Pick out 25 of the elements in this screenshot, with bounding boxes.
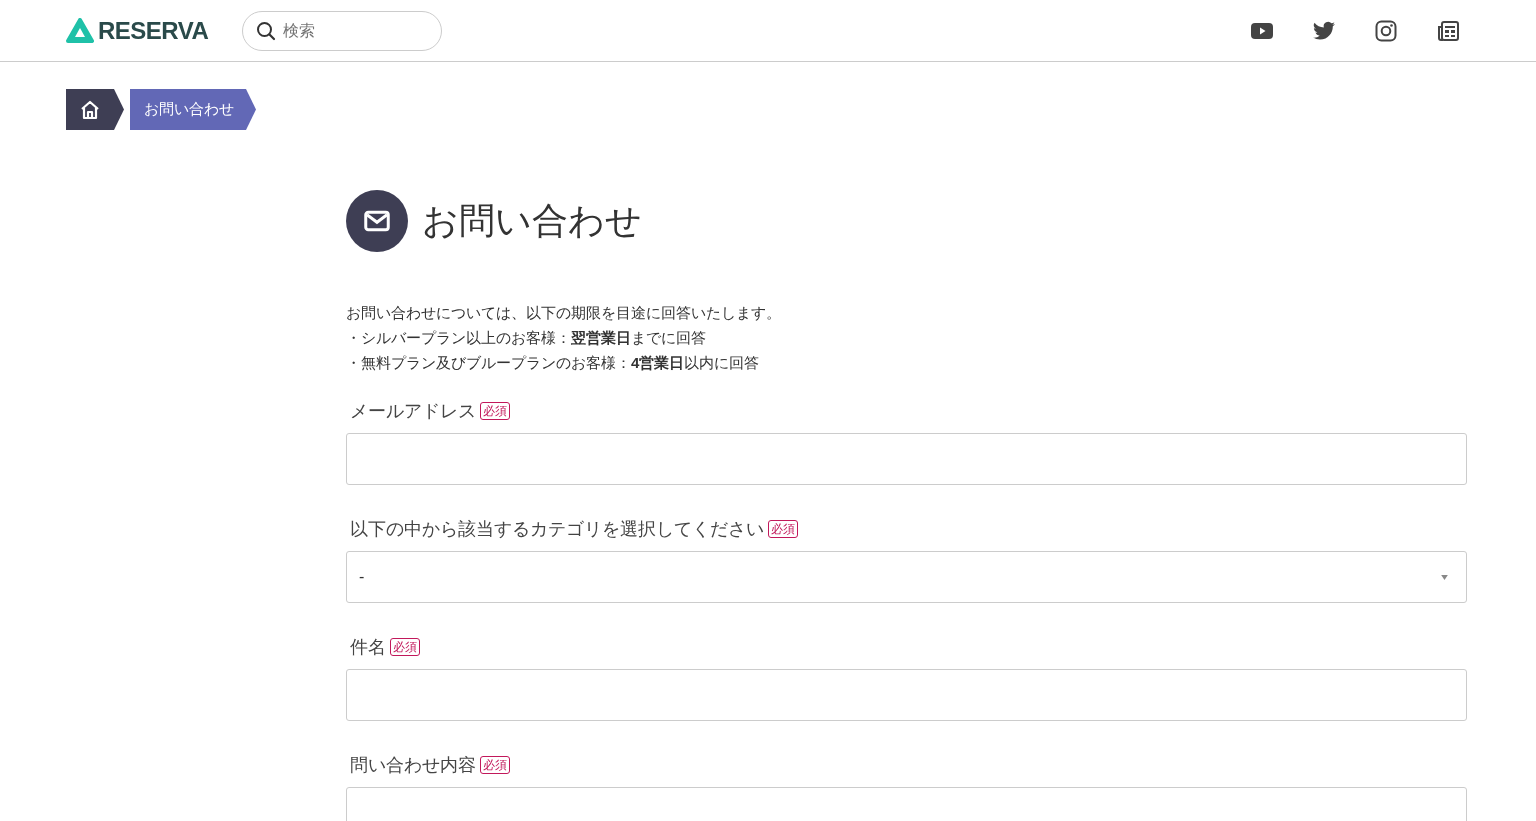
- breadcrumb-link[interactable]: お問い合わせ: [130, 89, 256, 130]
- field-label: メールアドレス: [350, 400, 476, 423]
- home-icon: [80, 99, 100, 120]
- field-label: 件名: [350, 636, 386, 659]
- field-label: 問い合わせ内容: [350, 754, 476, 777]
- logo-icon: [66, 17, 94, 44]
- required-badge: 必須: [480, 756, 510, 774]
- camera-icon[interactable]: [1374, 18, 1398, 43]
- newspaper-icon[interactable]: [1436, 18, 1460, 43]
- home-breadcrumb[interactable]: [66, 89, 124, 130]
- page-title: お問い合わせ: [422, 198, 642, 243]
- field-label: 以下の中から該当するカテゴリを選択してください: [350, 518, 764, 541]
- logo-text[interactable]: RESERVA: [98, 16, 209, 45]
- intro-text: ・無料プラン及びブループランのお客様：4営業日以内に回答: [346, 353, 761, 373]
- intro-text: お問い合わせについては、以下の期限を目途に回答いたします。: [346, 303, 782, 323]
- intro-text: ・シルバープラン以上のお客様：翌営業日までに回答: [346, 328, 707, 348]
- required-badge: 必須: [768, 520, 798, 538]
- search-icon: [256, 20, 277, 41]
- select-field[interactable]: -: [346, 551, 1467, 603]
- search-field[interactable]: 検索: [242, 10, 443, 51]
- input-field[interactable]: [346, 433, 1467, 485]
- caret-icon: [1441, 574, 1448, 580]
- input-field[interactable]: [346, 669, 1467, 721]
- required-badge: 必須: [480, 402, 510, 420]
- required-badge: 必須: [390, 638, 420, 656]
